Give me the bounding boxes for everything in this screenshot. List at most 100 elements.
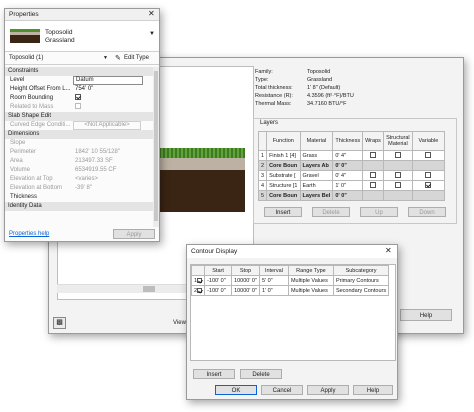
layer-row[interactable]: 1 Finish 1 [4] Grass 0' 4" — [257, 150, 445, 161]
material-cell[interactable]: Layers Ab — [299, 160, 334, 171]
layer-row[interactable]: 3 Substrate [ Gravel 0' 4" — [257, 170, 445, 181]
properties-scrollbar[interactable] — [153, 67, 159, 227]
layers-table: Function Material Thickness Wraps Struct… — [257, 131, 445, 201]
properties-apply-button[interactable]: Apply — [113, 229, 155, 239]
room-bounding-label: Room Bounding — [10, 95, 54, 101]
contour-col-num — [190, 265, 206, 276]
edit-type-button[interactable]: Edit Type — [124, 55, 149, 61]
view-toggle-icon[interactable]: ▩ — [53, 317, 66, 329]
variable-cell[interactable] — [411, 170, 445, 181]
thickness-cell[interactable]: 0' 0" — [332, 160, 364, 171]
contour-start-cell[interactable]: -100' 0" — [204, 285, 233, 296]
wraps-checkbox[interactable] — [369, 152, 376, 159]
structural-cell[interactable] — [382, 180, 413, 191]
contour-range-type-cell[interactable]: Multiple Values — [287, 285, 334, 296]
thickness-cell[interactable]: 1' 0" — [332, 180, 364, 191]
wraps-cell[interactable] — [362, 180, 384, 191]
variable-cell — [411, 160, 445, 171]
col-thickness: Thickness — [332, 131, 364, 151]
function-cell[interactable]: Core Boun — [266, 160, 301, 171]
perimeter-row: Perimeter 1842' 10 55/128" — [5, 148, 154, 157]
elevation-top-value: <varies> — [75, 176, 99, 182]
variable-cell[interactable] — [411, 150, 445, 161]
chevron-down-icon[interactable]: ▼ — [103, 55, 108, 61]
instance-selector[interactable]: Toposolid (1) — [9, 55, 43, 61]
assembly-help-button[interactable]: Help — [400, 309, 452, 321]
group-constraints[interactable]: Constraints — [5, 67, 154, 76]
material-cell[interactable]: Grass — [299, 150, 334, 161]
contour-visible-checkbox[interactable] — [197, 287, 203, 293]
scroll-thumb[interactable] — [143, 286, 155, 292]
contour-insert-button[interactable]: Insert — [193, 369, 235, 379]
contour-interval-cell[interactable]: 1' 0" — [258, 285, 289, 296]
related-to-mass-checkbox — [75, 103, 81, 110]
contour-range-type-cell[interactable]: Multiple Values — [287, 275, 334, 286]
contour-apply-button[interactable]: Apply — [307, 385, 349, 395]
layer-up-button[interactable]: Up — [360, 207, 398, 217]
layer-delete-button[interactable]: Delete — [312, 207, 350, 217]
properties-titlebar: Properties ✕ — [5, 9, 159, 21]
structural-cell[interactable] — [382, 150, 413, 161]
area-value: 213497.33 SF — [75, 158, 113, 164]
layer-row[interactable]: 2 Core Boun Layers Ab 0' 0" — [257, 160, 445, 171]
structural-checkbox[interactable] — [394, 152, 401, 159]
type-selector[interactable]: Toposolid Grassland ▼ — [5, 21, 159, 52]
contour-subcategory-cell[interactable]: Secondary Contours — [332, 285, 390, 296]
material-cell[interactable]: Layers Bel — [299, 190, 334, 201]
function-cell[interactable]: Core Boun — [266, 190, 301, 201]
structural-cell[interactable] — [382, 170, 413, 181]
function-cell[interactable]: Structure [1 — [266, 180, 301, 191]
group-slab-shape[interactable]: Slab Shape Edit — [5, 112, 154, 121]
variable-checkbox[interactable] — [425, 152, 432, 159]
structural-checkbox[interactable] — [394, 172, 401, 179]
level-value[interactable]: Datum — [73, 76, 143, 85]
wraps-cell[interactable] — [362, 150, 384, 161]
close-icon[interactable]: ✕ — [385, 246, 392, 255]
wraps-cell — [362, 160, 384, 171]
variable-checkbox[interactable] — [425, 172, 432, 179]
variable-checkbox[interactable] — [425, 182, 432, 189]
layer-row[interactable]: 4 Structure [1 Earth 1' 0" — [257, 180, 445, 191]
thickness-cell[interactable]: 0' 4" — [332, 150, 364, 161]
group-identity[interactable]: Identity Data — [5, 202, 154, 211]
contour-interval-cell[interactable]: 5' 0" — [258, 275, 289, 286]
contour-row[interactable]: 2 -100' 0" 10000' 0" 1' 0" Multiple Valu… — [190, 285, 390, 296]
material-cell[interactable]: Earth — [299, 180, 334, 191]
contour-row-num[interactable]: 1 — [190, 275, 206, 286]
layer-row[interactable]: 5 Core Boun Layers Bel 0' 0" — [257, 190, 445, 201]
function-cell[interactable]: Substrate [ — [266, 170, 301, 181]
chevron-down-icon[interactable]: ▼ — [149, 31, 155, 37]
contour-col-subcategory: Subcategory — [332, 265, 390, 276]
room-bounding-checkbox[interactable] — [75, 94, 81, 101]
contour-stop-cell[interactable]: 10000' 0" — [231, 275, 260, 286]
type-sub: Grassland — [45, 37, 75, 44]
room-bounding-checkbox-wrap[interactable] — [75, 94, 81, 103]
wraps-checkbox[interactable] — [369, 182, 376, 189]
material-cell[interactable]: Gravel — [299, 170, 334, 181]
height-offset-value[interactable]: 754' 0" — [75, 85, 93, 94]
contour-stop-cell[interactable]: 10000' 0" — [231, 285, 260, 296]
function-cell[interactable]: Finish 1 [4] — [266, 150, 301, 161]
layer-down-button[interactable]: Down — [408, 207, 446, 217]
variable-cell[interactable] — [411, 180, 445, 191]
contour-row-num[interactable]: 2 — [190, 285, 206, 296]
contour-delete-button[interactable]: Delete — [240, 369, 282, 379]
scroll-thumb[interactable] — [154, 71, 158, 221]
contour-row[interactable]: 1 -100' 0" 10000' 0" 5' 0" Multiple Valu… — [190, 275, 390, 286]
layer-insert-button[interactable]: Insert — [264, 207, 302, 217]
contour-subcategory-cell[interactable]: Primary Contours — [332, 275, 390, 286]
contour-visible-checkbox[interactable] — [197, 277, 203, 283]
wraps-checkbox[interactable] — [369, 172, 376, 179]
ok-button[interactable]: OK — [215, 385, 257, 395]
group-dimensions[interactable]: Dimensions — [5, 130, 154, 139]
wraps-cell[interactable] — [362, 170, 384, 181]
cancel-button[interactable]: Cancel — [261, 385, 303, 395]
edit-type-icon[interactable]: ✎ — [115, 54, 121, 62]
thickness-cell[interactable]: 0' 0" — [332, 190, 364, 201]
structural-checkbox[interactable] — [394, 182, 401, 189]
thickness-cell[interactable]: 0' 4" — [332, 170, 364, 181]
contour-start-cell[interactable]: -100' 0" — [204, 275, 233, 286]
close-icon[interactable]: ✕ — [148, 9, 155, 18]
contour-help-button[interactable]: Help — [353, 385, 393, 395]
properties-help-link[interactable]: Properties help — [9, 231, 49, 237]
